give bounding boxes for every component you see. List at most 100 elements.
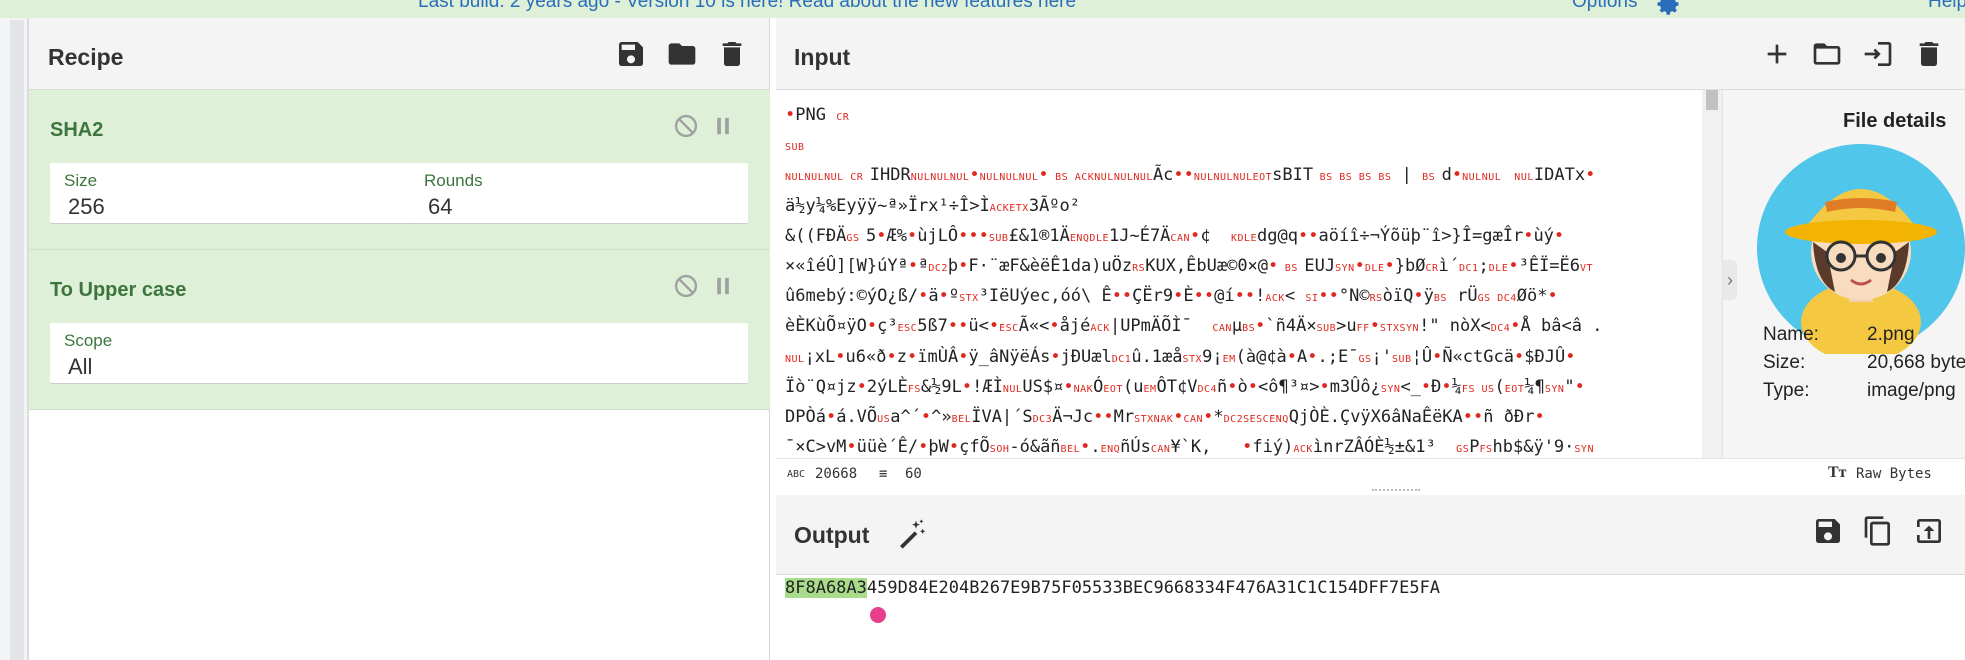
size-field[interactable]: Size 256 xyxy=(50,163,418,224)
nonprintable-dot: • xyxy=(1255,316,1266,337)
magic-wand-icon[interactable] xyxy=(896,518,928,550)
control-char-label: CAN xyxy=(1150,444,1171,456)
nonprintable-dot: • xyxy=(947,316,959,337)
pause-operation-icon[interactable] xyxy=(709,272,737,300)
input-text-run: Ñ«ctGcä xyxy=(1442,346,1514,367)
text-encoding-icon[interactable]: Tт xyxy=(1828,464,1847,482)
file-name-row: Name: 2.png xyxy=(1763,324,1915,346)
control-char-label: CAN xyxy=(1212,323,1232,335)
input-text-run: -ó&ãñ xyxy=(1009,437,1061,458)
nonprintable-dot: • xyxy=(1523,225,1534,246)
size-value[interactable]: 256 xyxy=(68,194,105,220)
control-char-label: SESCENQ xyxy=(1243,413,1289,425)
control-char-label: SYN xyxy=(1335,262,1355,274)
disable-operation-icon[interactable] xyxy=(672,112,700,140)
disable-operation-icon[interactable] xyxy=(672,272,700,300)
input-text-run: Ãc xyxy=(1152,165,1174,186)
open-file-input-icon[interactable] xyxy=(1862,38,1894,70)
input-text-run: IDATx xyxy=(1533,165,1586,186)
control-char-label: FF xyxy=(1356,323,1370,335)
nonprintable-dot: • xyxy=(1534,406,1545,427)
operations-scrollbar[interactable] xyxy=(10,20,24,660)
control-char-label: ACK xyxy=(1293,444,1313,456)
input-text-run: Ó xyxy=(1093,376,1104,397)
file-name-key: Name: xyxy=(1763,324,1819,345)
input-header: Input xyxy=(776,18,1965,90)
rounds-value[interactable]: 64 xyxy=(428,194,452,220)
nonprintable-dot: • xyxy=(948,437,960,458)
pause-operation-icon[interactable] xyxy=(709,112,737,140)
banner-notice-link[interactable]: Last build: 2 years ago - Version 10 is … xyxy=(418,0,1076,13)
input-line: DPÒá•á.VÕUSa^´•^»BELÏVA|´SDC3Ä¬Jc••MrSTX… xyxy=(785,402,1707,432)
scope-field[interactable]: Scope All xyxy=(50,323,748,384)
input-text-run: È xyxy=(1183,286,1194,307)
input-text-run: < xyxy=(1284,286,1306,307)
input-text-run: üüè´Ê/ xyxy=(856,437,919,458)
recipe-pane: Recipe SHA2 Size 256 Rounds 64 To Upper … xyxy=(29,18,770,660)
help-link[interactable]: Help xyxy=(1928,0,1965,13)
save-recipe-icon[interactable] xyxy=(615,38,647,70)
nonprintable-dot: • xyxy=(886,346,897,367)
rounds-field[interactable]: Rounds 64 xyxy=(410,163,748,224)
input-text-run: ñ ðÐr xyxy=(1483,406,1535,427)
input-text-run: `ñ4Ä× xyxy=(1265,316,1317,337)
input-text-run: >u xyxy=(1336,316,1357,337)
operation-sha2[interactable]: SHA2 Size 256 Rounds 64 xyxy=(29,90,770,250)
open-folder-icon[interactable] xyxy=(1811,38,1843,70)
nonprintable-dot: • xyxy=(1050,346,1061,367)
input-text-run: ¡' xyxy=(1371,346,1393,367)
clear-input-trash-icon[interactable] xyxy=(1913,38,1945,70)
input-text-run: $ÐJÛ xyxy=(1524,346,1566,367)
input-text-run: ÔT¢V xyxy=(1156,376,1198,397)
input-text-run: ò xyxy=(1237,376,1248,397)
control-char-label: SOH xyxy=(989,444,1010,456)
input-scrollbar-thumb[interactable] xyxy=(1706,90,1718,110)
control-char-label: NULNUL NUL xyxy=(1462,172,1534,184)
nonprintable-dot: • xyxy=(1510,316,1521,337)
input-text-run: F·¨æF&èëÊ1da)uÖz xyxy=(968,255,1133,276)
nonprintable-dot: • xyxy=(1247,376,1259,397)
input-text-run: ¦Û xyxy=(1411,346,1433,367)
control-char-label: SUB xyxy=(988,232,1009,244)
control-char-label: US xyxy=(877,413,891,425)
input-text-run: ì´ xyxy=(1438,255,1459,276)
input-text-run: û6mebý:©ýO¿ß/ xyxy=(785,286,919,307)
nonprintable-dot: • xyxy=(988,316,1000,337)
gear-icon[interactable] xyxy=(1654,0,1682,18)
input-text-run: 5 xyxy=(865,225,877,246)
clear-recipe-trash-icon[interactable] xyxy=(716,38,748,70)
control-char-label: DC4 xyxy=(1490,323,1511,335)
input-text-run: . xyxy=(1090,437,1101,458)
nonprintable-dot: • xyxy=(856,376,867,397)
input-text-run: Å bâ<â . xyxy=(1520,316,1603,337)
load-recipe-folder-icon[interactable] xyxy=(666,38,698,70)
collapse-file-details-chevron-icon[interactable]: › xyxy=(1723,260,1737,300)
add-input-plus-icon[interactable] xyxy=(1761,38,1793,70)
input-text-run: åjé xyxy=(1059,316,1091,337)
output-textarea[interactable]: 8F8A68A3459D84E204B267E9B75F05533BEC9668… xyxy=(785,578,1440,598)
nonprintable-dot: •• xyxy=(1111,286,1133,307)
control-char-label: DLE xyxy=(1488,262,1509,274)
control-char-label: CR xyxy=(1425,262,1439,274)
options-link[interactable]: Options xyxy=(1572,0,1637,13)
control-char-label: DC1 xyxy=(1111,353,1132,365)
input-text-run: û.1æå xyxy=(1131,346,1183,367)
nonprintable-dot: • xyxy=(1413,286,1424,307)
operation-title: To Upper case xyxy=(50,279,187,301)
operation-to-upper-case[interactable]: To Upper case Scope All xyxy=(29,250,770,410)
save-output-icon[interactable] xyxy=(1812,515,1844,547)
input-text-run: @í xyxy=(1214,286,1235,307)
rounds-label: Rounds xyxy=(424,171,483,190)
control-char-label: DC2 xyxy=(1223,413,1244,425)
input-text-run: |UPmÄÕÌ¯ xyxy=(1109,316,1213,337)
scope-value[interactable]: All xyxy=(68,354,92,380)
replace-input-with-output-icon[interactable] xyxy=(1913,515,1945,547)
control-char-label: CAN xyxy=(1170,232,1190,244)
input-scrollbar[interactable] xyxy=(1702,90,1722,476)
nonprintable-dot: • xyxy=(1189,225,1201,246)
encoding-selector[interactable]: Raw Bytes xyxy=(1856,466,1932,482)
copy-output-icon[interactable] xyxy=(1862,515,1894,547)
input-textarea[interactable]: •PNG CR SUB NULNULNUL CR IHDRNULNULNUL•NUL… xyxy=(785,100,1707,472)
control-char-label: GS xyxy=(846,232,866,244)
input-text-run: fiý) xyxy=(1252,437,1294,458)
